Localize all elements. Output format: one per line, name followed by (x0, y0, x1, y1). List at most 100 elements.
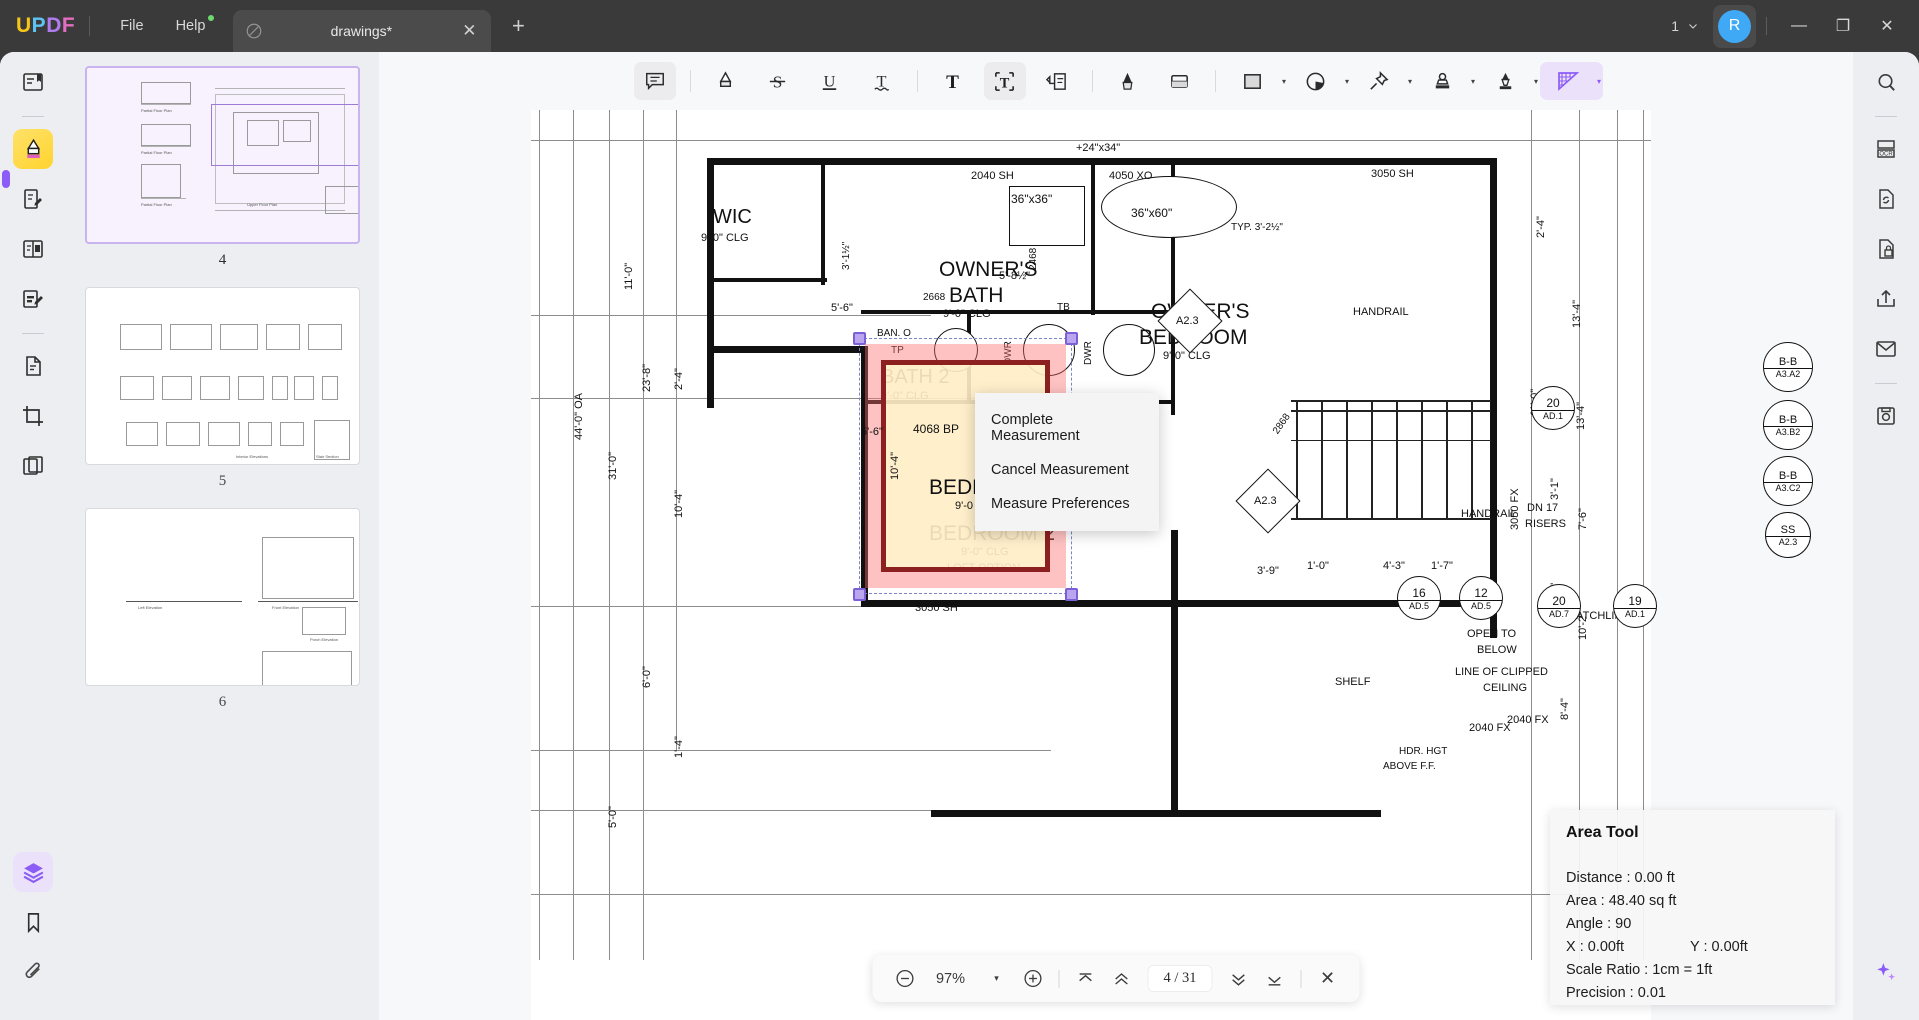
chevron-down-icon[interactable]: ▾ (1408, 77, 1412, 86)
annotation: 2468 (1028, 247, 1039, 270)
right-item-search[interactable] (1866, 62, 1906, 102)
document-tab-title: drawings* (330, 23, 393, 39)
sidebar-item-attachment[interactable] (13, 952, 53, 992)
annotation: 2040 FX (1469, 722, 1511, 734)
close-window-button[interactable]: ✕ (1865, 6, 1909, 46)
right-item-save-as[interactable] (1866, 396, 1906, 436)
right-item-email[interactable] (1866, 329, 1906, 369)
title-bar: U P D F File Help drawings* ✕ + 1 R — ❐ … (0, 0, 1919, 52)
tool-text[interactable]: T (932, 62, 974, 100)
sidebar-item-form[interactable] (13, 279, 53, 319)
right-item-share[interactable] (1866, 279, 1906, 319)
tool-pin[interactable]: ▾ (1351, 62, 1414, 100)
dimension: 4'-3" (1383, 560, 1405, 572)
document-viewport[interactable]: WIC 9'-0" CLG OWNER'S BATH 9'-0" CLG OWN… (379, 110, 1853, 1020)
thumbnail-page-number: 4 (218, 252, 227, 268)
right-item-ai-assistant[interactable] (1866, 952, 1906, 992)
right-item-ocr[interactable]: OCR (1866, 129, 1906, 169)
tool-underline[interactable]: U (809, 62, 851, 100)
resize-handle-top-right[interactable] (1065, 332, 1078, 345)
tool-stickers[interactable]: ▾ (1288, 62, 1351, 100)
sidebar-item-reader[interactable] (13, 62, 53, 102)
tool-text-callout[interactable] (1036, 62, 1078, 100)
menu-cancel-measurement[interactable]: Cancel Measurement (975, 453, 1159, 487)
dimension: 5'-0" (607, 806, 619, 828)
chevron-down-icon[interactable]: ▾ (1597, 77, 1601, 86)
window-page-selector[interactable]: 1 (1671, 18, 1699, 34)
menu-help[interactable]: Help (160, 12, 222, 40)
tool-squiggly-underline[interactable]: T (861, 62, 903, 100)
tool-stamp[interactable]: ▾ (1414, 62, 1477, 100)
previous-page-button[interactable] (1105, 963, 1137, 995)
tool-signature[interactable]: ▾ (1477, 62, 1540, 100)
tool-stamp-button[interactable] (1421, 62, 1463, 100)
dimension: 10'-4" (889, 451, 901, 480)
tool-shapes[interactable]: ▾ (1225, 62, 1288, 100)
area-tool-y: Y : 0.00ft (1690, 939, 1748, 955)
pdf-page[interactable]: WIC 9'-0" CLG OWNER'S BATH 9'-0" CLG OWN… (531, 110, 1813, 1020)
resize-handle-bottom-left[interactable] (853, 588, 866, 601)
zoom-out-button[interactable] (888, 963, 920, 995)
zoom-dropdown-caret[interactable]: ▾ (980, 963, 1012, 995)
tool-text-box[interactable]: T (983, 62, 1026, 100)
last-page-button[interactable] (1259, 963, 1291, 995)
zoom-level[interactable]: 97% (924, 971, 976, 987)
new-tab-button[interactable]: + (505, 13, 531, 39)
document-tab[interactable]: drawings* ✕ (233, 10, 492, 52)
avatar: R (1718, 9, 1751, 43)
area-tool-distance: Distance : 0.00 ft (1566, 870, 1675, 886)
area-tool-coordinates: X : 0.00ft Y : 0.00ft (1566, 939, 1819, 955)
sidebar-item-convert[interactable] (13, 346, 53, 386)
sidebar-item-annotate[interactable] (13, 129, 53, 169)
sidebar-item-layers[interactable] (13, 852, 53, 892)
sidebar-item-edit-pdf[interactable] (13, 179, 53, 219)
last-page-icon (1268, 976, 1281, 986)
chevron-down-icon[interactable]: ▾ (1282, 77, 1286, 86)
next-page-button[interactable] (1223, 963, 1255, 995)
sticker-icon (1307, 72, 1325, 90)
tool-pencil[interactable] (1107, 62, 1149, 100)
annotation: HDR. HGT (1399, 746, 1448, 757)
tool-eraser[interactable] (1159, 62, 1201, 100)
main-frame: Partial Floor Plan Partial Floor Plan Pa… (0, 52, 1919, 1020)
right-item-protect[interactable] (1866, 229, 1906, 269)
sidebar-item-crop[interactable] (13, 396, 53, 436)
chevron-down-icon[interactable]: ▾ (1471, 77, 1475, 86)
chevron-up-double-icon (1115, 972, 1128, 985)
thumbnail-panel[interactable]: Partial Floor Plan Partial Floor Plan Pa… (66, 52, 379, 1020)
thumbnail-page-5[interactable]: Interior Elevations Stair Section 5 (85, 287, 360, 490)
measurement-context-menu[interactable]: Complete Measurement Cancel Measurement … (975, 393, 1159, 531)
tool-sticky-note[interactable] (633, 62, 676, 100)
tool-highlight[interactable] (705, 62, 747, 100)
tool-shapes-button[interactable] (1232, 62, 1274, 100)
sidebar-item-page-organize[interactable] (13, 229, 53, 269)
first-page-button[interactable] (1069, 963, 1101, 995)
resize-handle-bottom-right[interactable] (1065, 588, 1078, 601)
maximize-button[interactable]: ❐ (1821, 6, 1865, 46)
tool-measure-button[interactable] (1547, 62, 1590, 100)
menu-file[interactable]: File (104, 12, 159, 40)
tool-signature-button[interactable] (1484, 62, 1526, 100)
tool-pin-button[interactable] (1358, 62, 1400, 100)
tool-strikethrough[interactable]: S (757, 62, 799, 100)
zoom-in-button[interactable] (1016, 963, 1048, 995)
annotation: +24"x34" (1076, 142, 1121, 154)
account-button[interactable]: R (1713, 4, 1756, 48)
sidebar-item-bookmark[interactable] (13, 902, 53, 942)
chevron-down-icon[interactable]: ▾ (1345, 77, 1349, 86)
sidebar-item-compare[interactable] (13, 446, 53, 486)
menu-measure-preferences[interactable]: Measure Preferences (975, 487, 1159, 521)
menu-complete-measurement[interactable]: Complete Measurement (975, 403, 1159, 453)
chevron-down-icon[interactable]: ▾ (1534, 77, 1538, 86)
minimize-button[interactable]: — (1777, 6, 1821, 46)
tool-measure[interactable]: ▾ (1540, 62, 1604, 100)
tool-stickers-button[interactable] (1295, 62, 1337, 100)
room-ceiling: 9'-0" CLG (1163, 350, 1211, 362)
close-pager-button[interactable]: ✕ (1312, 963, 1344, 995)
right-item-convert[interactable] (1866, 179, 1906, 219)
resize-handle-top-left[interactable] (853, 332, 866, 345)
page-indicator[interactable]: 4 / 31 (1147, 965, 1213, 992)
close-tab-icon[interactable]: ✕ (459, 21, 479, 41)
thumbnail-page-6[interactable]: Left Elevation Front Elevation Porch Ele… (85, 508, 360, 711)
thumbnail-page-4[interactable]: Partial Floor Plan Partial Floor Plan Pa… (85, 66, 360, 269)
